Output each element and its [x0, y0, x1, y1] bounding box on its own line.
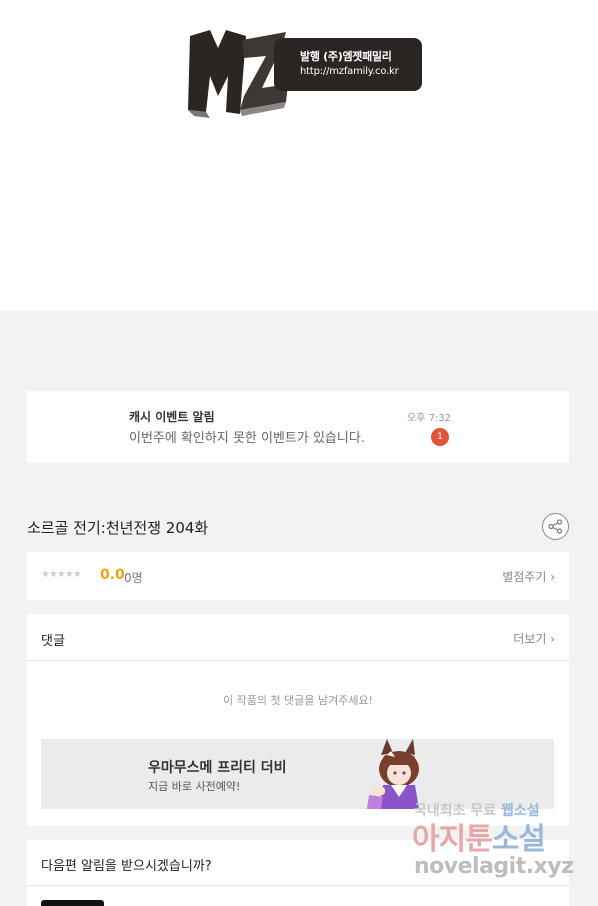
- divider: [27, 660, 569, 661]
- alert-toggle[interactable]: [41, 900, 104, 906]
- comments-section: 댓글 더보기 › 이 작품의 첫 댓글을 남겨주세요! 우마무스메 프리티 더비…: [27, 614, 569, 826]
- episode-title: 소르골 전기:천년전쟁 204화: [27, 519, 209, 537]
- rate-button[interactable]: 별점주기 ›: [502, 568, 555, 585]
- rating-bar: ★★★★★ 0.0 0명 별점주기 ›: [27, 552, 569, 600]
- comments-header: 댓글: [41, 634, 65, 649]
- watermark-line2b: 소설: [491, 822, 546, 857]
- ad-banner[interactable]: 우마무스메 프리티 더비 지금 바로 사전예약!: [41, 739, 554, 809]
- publisher-banner: 발행 (주)엠젯패밀리 http://mzfamily.co.kr: [274, 38, 422, 91]
- publisher-name: 발행 (주)엠젯패밀리: [300, 50, 392, 63]
- comments-more-link[interactable]: 더보기 ›: [513, 630, 555, 647]
- notification-time: 오후 7:32: [407, 413, 452, 424]
- rating-stars: ★★★★★: [41, 569, 82, 580]
- publisher-logo: 발행 (주)엠젯패밀리 http://mzfamily.co.kr: [182, 26, 427, 120]
- ad-subtitle: 지금 바로 사전예약!: [148, 780, 241, 793]
- watermark-line2: 아지툰소설: [412, 814, 546, 858]
- comments-empty-text: 이 작품의 첫 댓글을 남겨주세요!: [223, 694, 373, 707]
- share-icon: [548, 519, 563, 534]
- ad-title: 우마무스메 프리티 더비: [148, 760, 287, 776]
- notification-title: 캐시 이벤트 알림: [129, 410, 215, 424]
- share-button[interactable]: [542, 513, 569, 540]
- rating-score: 0.0: [100, 567, 125, 583]
- notification-message: 이번주에 확인하지 못한 이벤트가 있습니다.: [129, 431, 365, 446]
- rating-count: 0명: [124, 571, 143, 585]
- watermark-line3: novelagit.xyz: [414, 854, 574, 879]
- publisher-url: http://mzfamily.co.kr: [300, 66, 399, 77]
- header-banner-area: 발행 (주)엠젯패밀리 http://mzfamily.co.kr: [0, 0, 598, 311]
- next-alert-question: 다음편 알림을 받으시겠습니까?: [41, 859, 212, 874]
- notification-badge: 1: [431, 428, 449, 446]
- cash-event-notification[interactable]: 캐시 이벤트 알림 이번주에 확인하지 못한 이벤트가 있습니다. 오후 7:3…: [27, 391, 569, 463]
- watermark: 국내최초 무료 웹소설 아지툰소설 novelagit.xyz: [412, 800, 576, 890]
- watermark-line2a: 아지툰: [412, 822, 493, 857]
- ad-character-image: [367, 739, 419, 809]
